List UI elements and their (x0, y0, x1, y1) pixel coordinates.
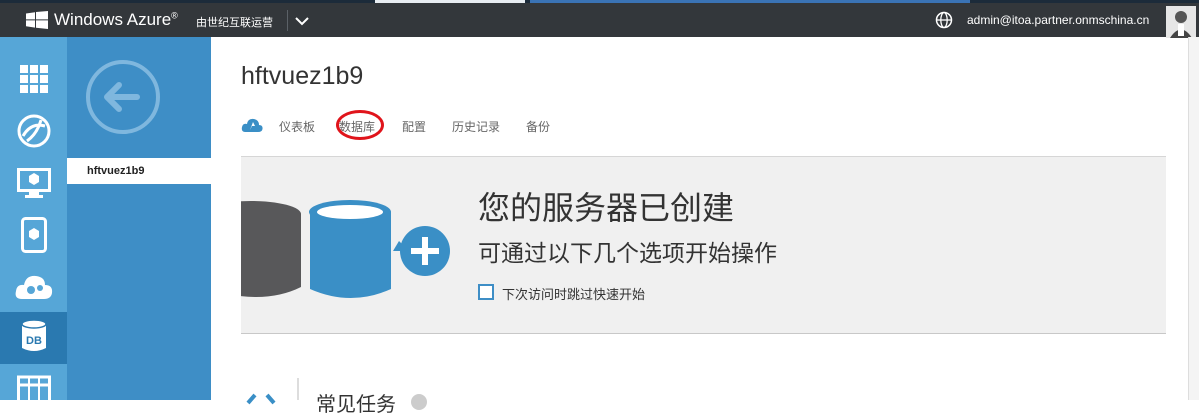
vertical-scrollbar[interactable] (1188, 37, 1199, 400)
web-sites-icon (17, 114, 51, 152)
sql-databases-icon: DB (20, 318, 48, 358)
user-email[interactable]: admin@itoa.partner.onmschina.cn (967, 13, 1149, 27)
list-item-label: hftvuez1b9 (87, 165, 145, 177)
nav-item-virtual-machines[interactable] (0, 159, 67, 211)
top-header: Windows Azure® 由世纪互联运营 admin@itoa.partne… (0, 3, 1199, 38)
tenant-label: 由世纪互联运营 (196, 16, 273, 29)
quickstart-subline: 可通过以下几个选项开始操作 (478, 241, 777, 267)
nav-item-sql-databases[interactable]: DB (0, 312, 67, 364)
skip-quickstart-checkbox[interactable] (478, 284, 494, 300)
cloud-services-icon (14, 271, 54, 307)
nav-item-storage[interactable] (0, 364, 67, 416)
nav-item-all[interactable] (0, 55, 67, 107)
quickstart-panel: 您的服务器已创建 可通过以下几个选项开始操作 下次访问时跳过快速开始 (241, 156, 1166, 334)
section-divider (297, 378, 299, 400)
nav-item-cloud-services[interactable] (0, 263, 67, 315)
back-arrow-icon[interactable] (85, 59, 161, 139)
nav-item-mobile-services[interactable] (0, 211, 67, 263)
item-list-panel: hftvuez1b9 (67, 37, 211, 400)
windows-logo-icon[interactable] (26, 11, 48, 33)
help-icon[interactable] (411, 394, 427, 410)
tab-configure[interactable]: 配置 (402, 118, 426, 135)
header-divider (287, 10, 288, 31)
mobile-services-icon (20, 217, 47, 257)
tab-dashboard[interactable]: 仪表板 (279, 118, 315, 135)
virtual-machines-icon (16, 168, 51, 202)
annotation-circle (336, 110, 384, 140)
service-nav: DB (0, 37, 67, 407)
brand-name[interactable]: Windows Azure® (54, 10, 178, 30)
skip-quickstart-label[interactable]: 下次访问时跳过快速开始 (502, 284, 645, 303)
page-title: hftvuez1b9 (241, 62, 364, 90)
tab-backup[interactable]: 备份 (526, 118, 550, 135)
chevron-down-icon[interactable] (294, 13, 310, 32)
avatar[interactable] (1166, 6, 1196, 38)
database-plus-icon (241, 157, 451, 333)
tab-history[interactable]: 历史记录 (452, 118, 500, 135)
common-tasks-heading: 常见任务 (316, 392, 396, 416)
all-items-icon (19, 65, 48, 97)
quickstart-cloud-icon[interactable] (241, 117, 263, 137)
list-item[interactable]: hftvuez1b9 (67, 158, 211, 184)
db-label: DB (26, 335, 42, 347)
globe-icon[interactable] (935, 11, 953, 33)
quickstart-headline: 您的服务器已创建 (478, 189, 735, 227)
storage-icon (16, 371, 51, 409)
nav-item-web-sites[interactable] (0, 107, 67, 159)
